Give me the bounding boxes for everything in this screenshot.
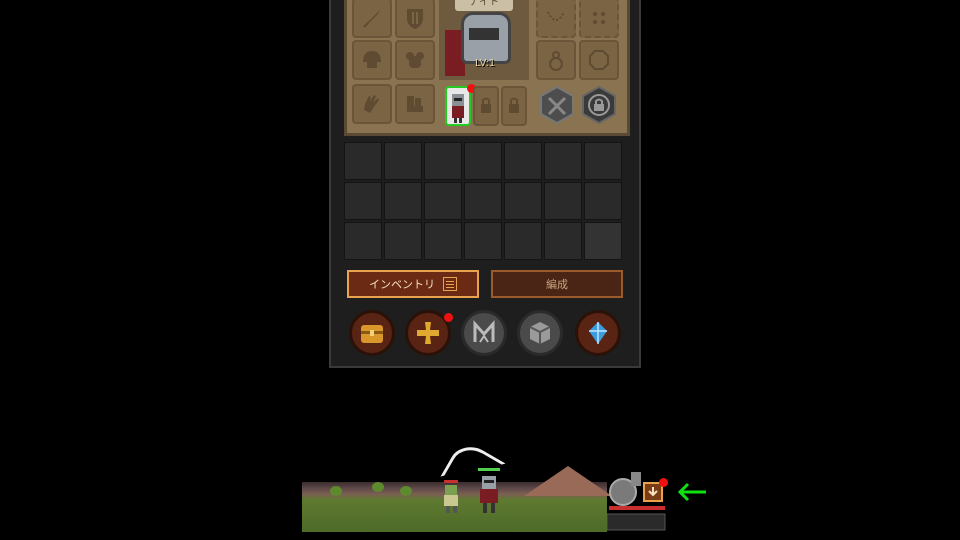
arrow-left-icon [677,482,706,502]
inventory-cell[interactable] [504,182,542,220]
tab-formation[interactable]: 編成 [491,270,623,298]
battle-scene [302,438,612,532]
equipment-frame: ナイト LV:1 [344,0,630,136]
inventory-cell[interactable] [384,222,422,260]
inventory-cell[interactable] [424,142,462,180]
party-slot-locked-2[interactable] [501,86,527,126]
rune-icon [473,320,495,343]
weapon-slot[interactable] [352,0,392,38]
glove-icon [364,95,379,113]
inventory-cell[interactable] [384,182,422,220]
inventory-cell[interactable] [584,222,622,260]
character-panel: ナイト LV:1 インベントリ 編成 [329,0,641,368]
chest-button[interactable] [349,310,395,356]
job-label: ナイト [455,0,513,11]
armor-icon [406,52,424,68]
cross-button[interactable] [405,310,453,356]
padlock-icon [582,86,616,124]
accessory-slot-2[interactable] [579,0,619,38]
tree [330,486,342,496]
mountain [524,466,612,496]
boots-slot[interactable] [395,84,435,124]
locked-skill-slot[interactable] [581,86,617,124]
lock-icon [509,97,519,113]
tree [400,486,412,496]
cross-icon [417,322,439,344]
ring-icon [589,50,609,70]
inventory-cell[interactable] [544,222,582,260]
gloves-slot[interactable] [352,84,392,124]
tree [372,482,384,492]
level-label: LV:1 [475,58,496,69]
inventory-cell[interactable] [384,142,422,180]
shield-icon [407,9,423,29]
inventory-cell[interactable] [504,142,542,180]
boot-icon [407,96,423,112]
notification-dot [659,478,668,487]
pouch-icon [549,51,563,71]
inventory-grid [344,142,630,264]
helmet-icon [363,51,381,68]
player-knight [474,468,504,520]
rune-button[interactable] [461,310,507,356]
inventory-cell[interactable] [424,222,462,260]
cube-icon [529,322,551,344]
inventory-cell[interactable] [424,182,462,220]
enemy-goblin [440,480,464,518]
helmet-slot[interactable] [352,40,392,80]
notification-dot [444,313,453,322]
sort-icon[interactable] [443,277,457,291]
gem-icon [589,322,607,344]
inventory-cell[interactable] [464,182,502,220]
accessory-slot-4[interactable] [579,40,619,80]
accessory-slot-3[interactable] [536,40,576,80]
character-portrait[interactable]: ナイト LV:1 [439,0,529,80]
inventory-cell[interactable] [464,142,502,180]
inventory-cell[interactable] [344,182,382,220]
tab-formation-label: 編成 [546,278,568,291]
chest-icon [361,325,383,343]
shield-slot[interactable] [395,0,435,38]
knight-icon [452,94,464,123]
lock-icon [481,97,491,113]
gem-button[interactable] [575,310,621,356]
sword-icon [363,10,380,28]
helmet-visor [469,28,499,40]
accessory-slot-1[interactable] [536,0,576,38]
arrow-down-icon [648,487,658,497]
skill-slot[interactable] [539,86,575,124]
cube-button[interactable] [517,310,563,356]
crossed-swords-icon [540,86,574,124]
earring-icon [593,12,605,24]
inventory-cell[interactable] [584,182,622,220]
inventory-cell[interactable] [544,182,582,220]
party-member-knight[interactable] [445,84,476,126]
party-slot-locked-1[interactable] [473,86,499,126]
side-widget [606,470,668,532]
tab-inventory[interactable]: インベントリ [347,270,479,298]
armor-slot[interactable] [395,40,435,80]
inventory-cell[interactable] [504,222,542,260]
necklace-icon [547,11,565,21]
tab-inventory-label: インベントリ [369,278,435,291]
inventory-cell[interactable] [344,142,382,180]
inventory-cell[interactable] [464,222,502,260]
inventory-cell[interactable] [584,142,622,180]
inventory-cell[interactable] [344,222,382,260]
inventory-cell[interactable] [544,142,582,180]
